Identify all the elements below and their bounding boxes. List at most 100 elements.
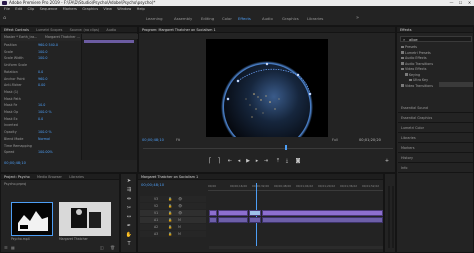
workspaces-overflow-icon[interactable]: »	[356, 15, 359, 21]
track-lock-icon[interactable]: 🔒	[168, 225, 172, 229]
project-item-2-name[interactable]: Margaret Thatcher	[59, 237, 88, 241]
effect-property-row[interactable]: Scale Width 100.0	[4, 56, 47, 60]
step-forward-icon[interactable]: ▸	[254, 158, 260, 164]
workspace-editing[interactable]: Editing	[201, 16, 214, 21]
tab-libraries[interactable]: Libraries	[66, 174, 87, 179]
workspace-assembly[interactable]: Assembly	[174, 16, 192, 21]
effect-property-row[interactable]: Inverted	[4, 123, 38, 127]
program-scrub-bar[interactable]	[143, 148, 393, 149]
effect-property-row[interactable]: Anchor Point 960.0	[4, 77, 47, 81]
zoom-select[interactable]: Fit	[176, 138, 180, 142]
step-back-icon[interactable]: ◂	[236, 158, 242, 164]
program-viewer[interactable]	[206, 39, 328, 137]
track-lock-icon[interactable]: 🔒	[168, 211, 172, 215]
audio-clip[interactable]	[209, 217, 217, 223]
audio-clip[interactable]	[249, 217, 261, 223]
effects-section-tab[interactable]: Info	[398, 163, 474, 173]
track-lock-icon[interactable]: 🔒	[168, 232, 172, 236]
timeline-horizontal-scrollbar[interactable]	[209, 246, 383, 249]
mark-out-icon[interactable]: ⎤	[216, 158, 222, 164]
effect-property-value[interactable]: Normal	[38, 137, 50, 141]
effect-property-value[interactable]: 100.0 %	[38, 110, 52, 114]
pen-tool-icon[interactable]: ✒	[125, 223, 133, 230]
timeline-timecode[interactable]: 00;00;48;10	[141, 182, 164, 187]
effect-property-value[interactable]: 0.00	[38, 83, 45, 87]
effect-property-row[interactable]: Position 960.0 540.0	[4, 43, 58, 47]
effect-property-row[interactable]: Mask (1)	[4, 90, 38, 94]
tab-audio-mixer[interactable]: Audio	[103, 27, 119, 32]
video-clip-selected[interactable]	[249, 210, 261, 216]
effects-tree-item[interactable]: Lumetri Presets	[401, 51, 431, 55]
project-item-1-name[interactable]: Psycho.mp4	[11, 237, 30, 241]
track-mute-icon[interactable]: M	[178, 225, 181, 229]
slip-tool-icon[interactable]: ↔	[125, 214, 133, 221]
effects-tree-item[interactable]: Keying	[405, 73, 420, 77]
effects-search-field[interactable]: ⌕ alloe	[400, 36, 472, 42]
track-header[interactable]: A1 🔒 M	[140, 217, 206, 223]
tab-effect-controls[interactable]: Effect Controls	[1, 27, 32, 32]
track-header[interactable]: V1 🔒 👁	[140, 210, 206, 216]
effect-property-value[interactable]: 100.00%	[38, 150, 53, 154]
track-visibility-icon[interactable]: 👁	[178, 204, 182, 208]
hand-tool-icon[interactable]: ✋	[125, 232, 133, 239]
trash-icon[interactable]: 🗑	[110, 245, 115, 250]
track-header[interactable]: V3 🔒 👁	[140, 196, 206, 202]
effect-property-row[interactable]: Time Remapping	[4, 144, 38, 148]
effect-property-row[interactable]: Mask Path	[4, 97, 38, 101]
workspace-color[interactable]: Color	[222, 16, 232, 21]
tab-lumetri-scopes[interactable]: Lumetri Scopes	[33, 27, 65, 32]
new-item-icon[interactable]: ◫	[100, 245, 104, 250]
extract-icon[interactable]: ⤓	[284, 158, 290, 164]
effect-property-row[interactable]: Mask Fe 10.0	[4, 103, 45, 107]
mark-in-icon[interactable]: ⎡	[207, 158, 213, 164]
audio-clip[interactable]	[262, 217, 383, 223]
program-monitor-title[interactable]: Program: Margaret Thatcher on Socialism …	[139, 27, 219, 32]
effect-property-row[interactable]: Mask Ex 0.0	[4, 117, 43, 121]
effects-tree-item[interactable]: Presets	[401, 45, 417, 49]
effect-property-row[interactable]: Opacity 100.0 %	[4, 130, 52, 134]
effect-property-value[interactable]: 0.0	[38, 70, 43, 74]
icon-view-icon[interactable]: ▦	[11, 245, 15, 250]
effects-section-tab[interactable]: Lumetri Color	[398, 123, 474, 133]
track-mute-icon[interactable]: M	[178, 232, 181, 236]
workspace-learning[interactable]: Learning	[146, 16, 162, 21]
effect-property-value[interactable]: 960.0	[38, 77, 47, 81]
effects-search-input[interactable]: alloe	[409, 38, 418, 42]
effect-property-row[interactable]: Uniform Scale	[4, 63, 38, 67]
effects-section-tab[interactable]: Essential Sound	[398, 103, 474, 113]
effect-property-row[interactable]: Rotation 0.0	[4, 70, 43, 74]
tab-sequence[interactable]: Margaret Thatcher on Socialism 1	[138, 174, 201, 179]
effects-tree-item[interactable]: Ultra Key	[409, 78, 428, 82]
track-mute-icon[interactable]: M	[178, 218, 181, 222]
workspace-effects[interactable]: Effects	[238, 16, 251, 21]
effect-property-row[interactable]: Mask Op 100.0 %	[4, 110, 52, 114]
effects-section-tab[interactable]: Libraries	[398, 133, 474, 143]
effects-panel-title[interactable]: Effects	[397, 27, 415, 32]
effect-property-value[interactable]: 0.0	[38, 117, 43, 121]
tab-project[interactable]: Project: Psycho	[1, 174, 33, 179]
sequence-clip-label[interactable]: Margaret Thatcher ...	[45, 35, 80, 39]
workspace-libraries[interactable]: Libraries	[307, 16, 323, 21]
effects-section-tab[interactable]: Essential Graphics	[398, 113, 474, 123]
ripple-edit-tool-icon[interactable]: ⇹	[125, 196, 133, 203]
tab-media-browser[interactable]: Media Browser	[34, 174, 65, 179]
effect-property-value[interactable]: 100.0 %	[38, 130, 52, 134]
video-clip[interactable]	[209, 210, 217, 216]
go-to-in-icon[interactable]: ⇤	[227, 158, 233, 164]
workspace-graphics[interactable]: Graphics	[282, 16, 299, 21]
play-icon[interactable]: ▶	[245, 158, 251, 164]
type-tool-icon[interactable]: T	[125, 241, 133, 248]
razor-tool-icon[interactable]: ✂	[125, 205, 133, 212]
track-header[interactable]: V2 🔒 👁	[140, 203, 206, 209]
add-button-icon[interactable]: +	[384, 158, 390, 164]
export-frame-icon[interactable]: ◙	[295, 158, 301, 164]
video-clip[interactable]	[262, 210, 383, 216]
track-select-tool-icon[interactable]: ⇶	[125, 187, 133, 194]
quality-select[interactable]: Full	[332, 138, 338, 142]
tab-source[interactable]: Source: (no clips)	[67, 27, 102, 32]
audio-clip[interactable]	[218, 217, 248, 223]
project-thumbnail-1[interactable]	[11, 202, 53, 236]
program-playhead[interactable]	[285, 145, 287, 150]
project-thumbnail-2[interactable]	[59, 202, 111, 236]
track-visibility-icon[interactable]: 👁	[178, 197, 182, 201]
